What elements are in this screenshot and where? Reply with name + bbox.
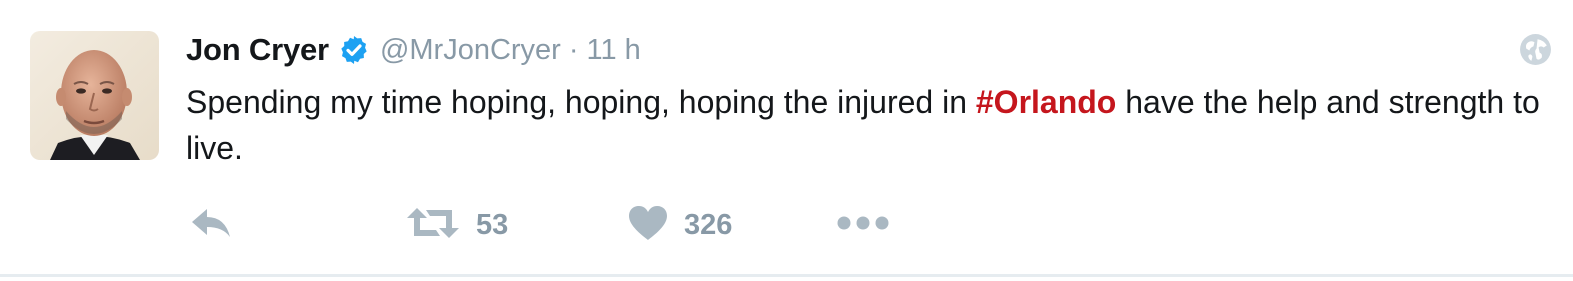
author-handle[interactable]: @MrJonCryer (380, 34, 561, 67)
tweet-header: Jon Cryer @MrJonCryer · 11 h (186, 28, 641, 72)
reply-icon (189, 206, 233, 245)
retweet-count: 53 (476, 208, 509, 241)
like-count: 326 (684, 208, 733, 241)
avatar[interactable] (30, 31, 159, 160)
heart-icon (628, 205, 668, 246)
tweet-text: Spending my time hoping, hoping, hoping … (186, 79, 1556, 171)
reply-button[interactable] (189, 200, 233, 250)
tweet-text-before: Spending my time hoping, hoping, hoping … (186, 84, 976, 120)
retweet-icon (406, 206, 460, 245)
hashtag-link[interactable]: #Orlando (976, 84, 1116, 120)
tweet-actions: 53 326 (186, 200, 986, 250)
like-button[interactable]: 326 (628, 200, 732, 250)
tweet-card[interactable]: Jon Cryer @MrJonCryer · 11 h Spending my… (0, 0, 1573, 277)
author-name[interactable]: Jon Cryer (186, 32, 329, 68)
more-button[interactable] (836, 200, 890, 250)
verified-badge-icon (338, 34, 370, 66)
retweet-button[interactable]: 53 (406, 200, 508, 250)
tweet-timestamp[interactable]: 11 h (587, 34, 641, 67)
separator-dot: · (568, 33, 579, 66)
globe-icon (1519, 33, 1552, 66)
more-icon (836, 215, 890, 236)
